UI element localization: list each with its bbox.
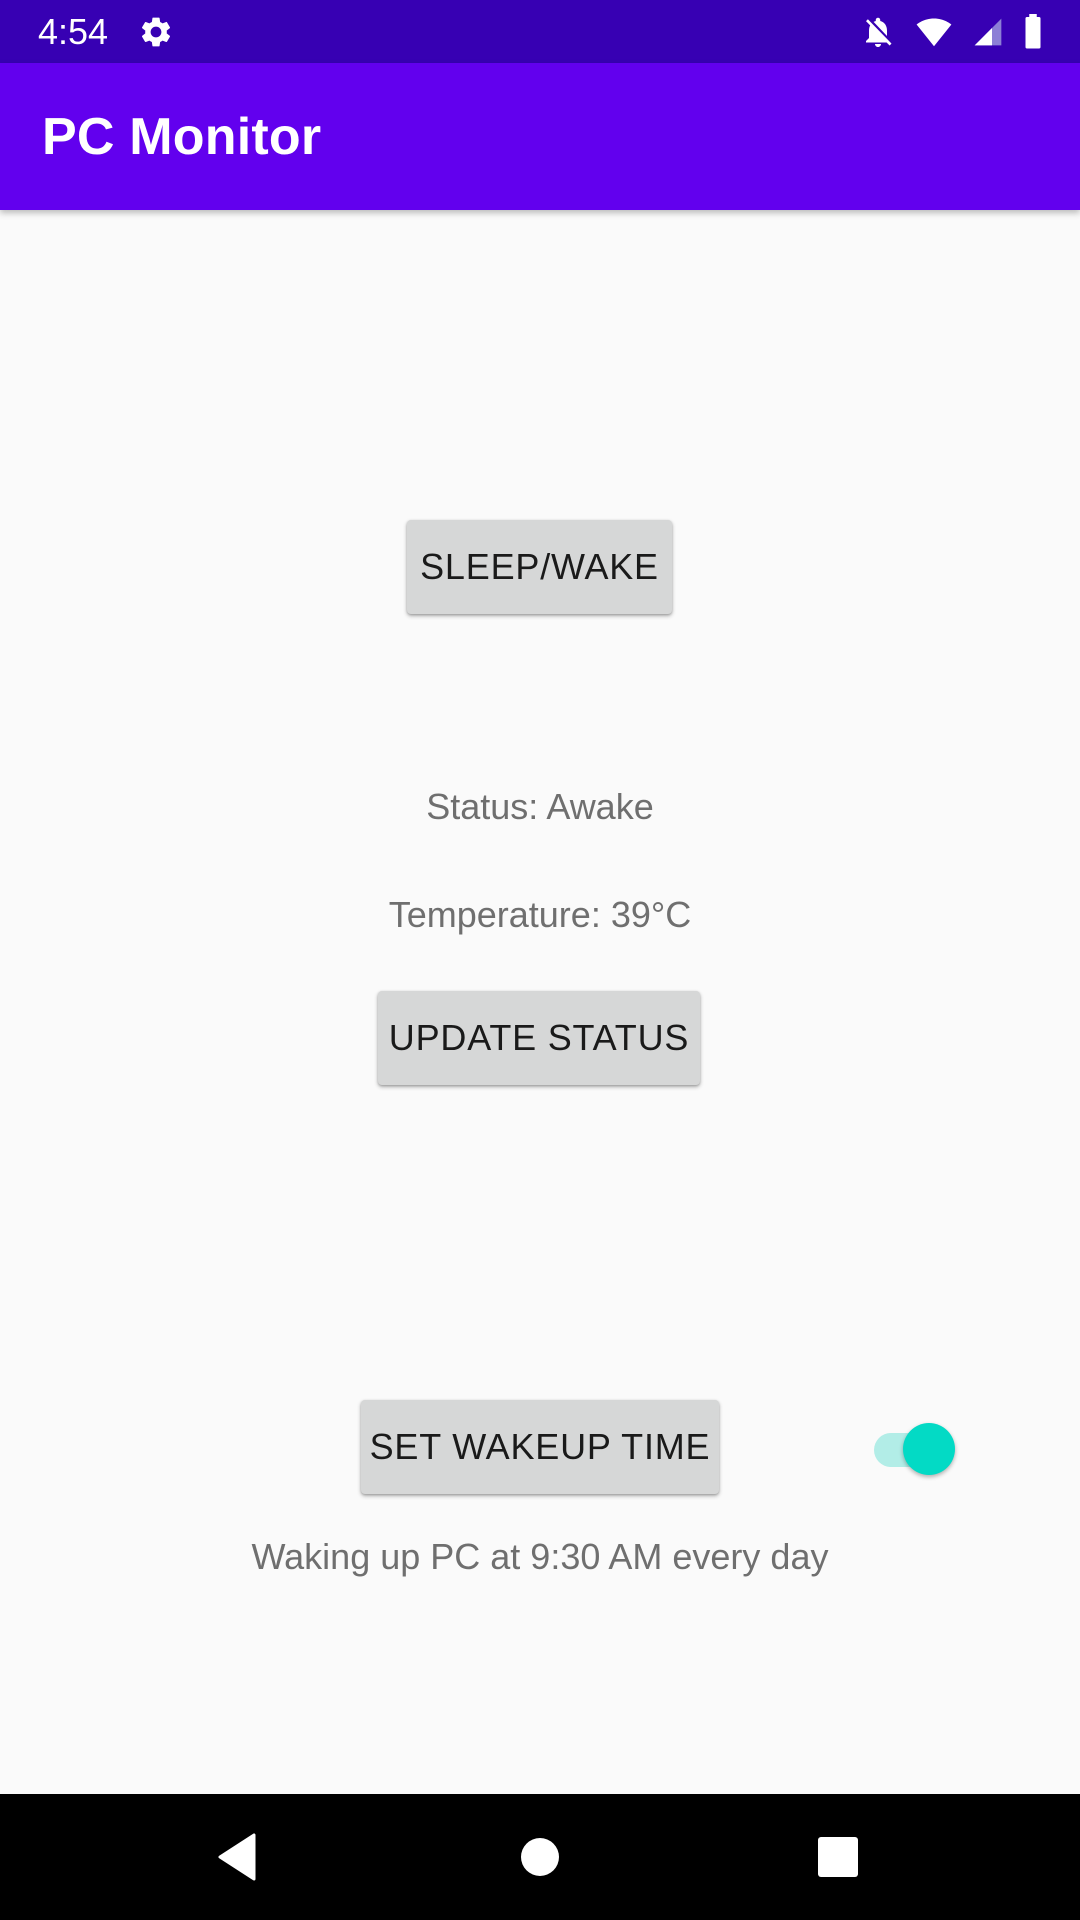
status-time: 4:54: [38, 11, 109, 52]
temperature-text: Temperature: 39°C: [388, 894, 692, 935]
switch-thumb: [903, 1423, 955, 1475]
home-icon[interactable]: [510, 1827, 570, 1887]
back-icon[interactable]: [209, 1827, 269, 1887]
settings-gear-icon: [138, 14, 174, 50]
wakeup-toggle-switch[interactable]: [872, 1422, 962, 1476]
app-title: PC Monitor: [42, 108, 322, 166]
recent-apps-icon[interactable]: [808, 1827, 868, 1887]
notifications-off-icon: [860, 14, 896, 50]
battery-icon: [1022, 14, 1044, 50]
app-bar: PC Monitor: [0, 63, 1080, 210]
navigation-bar: [0, 1794, 1080, 1920]
status-icons: [860, 12, 1044, 52]
app-screen: 4:54 PC Monitor SLEEP/WAKE Status: Awake…: [0, 0, 1080, 1920]
wakeup-info-text: Waking up PC at 9:30 AM every day: [251, 1536, 829, 1577]
status-text: Status: Awake: [426, 786, 654, 827]
wifi-icon: [914, 14, 954, 50]
sleep-wake-button[interactable]: SLEEP/WAKE: [407, 520, 672, 614]
cell-signal-icon: [972, 15, 1004, 49]
update-status-button[interactable]: UPDATE STATUS: [378, 991, 700, 1085]
status-bar: 4:54: [0, 0, 1080, 63]
set-wakeup-time-button[interactable]: SET WAKEUP TIME: [361, 1400, 719, 1494]
